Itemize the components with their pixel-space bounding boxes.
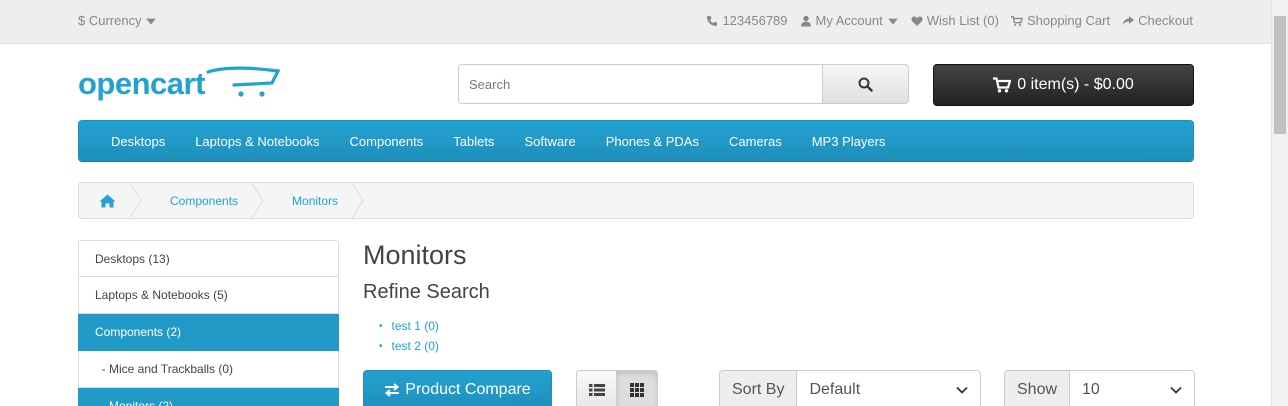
refine-heading: Refine Search — [363, 281, 490, 303]
refine-link[interactable]: test 2 (0) — [380, 336, 439, 356]
user-icon — [800, 15, 811, 26]
top-bar: $ Currency 123456789 My Account Wish Lis… — [0, 0, 1271, 44]
caret-down-icon — [887, 18, 898, 25]
logo[interactable]: opencart — [78, 62, 280, 104]
shopping-cart-link[interactable]: Shopping Cart — [1010, 13, 1111, 28]
my-account-label: My Account — [815, 13, 883, 28]
main-menu: Desktops Laptops & Notebooks Components … — [78, 120, 1194, 162]
sort-select[interactable]: Default — [797, 370, 982, 406]
exchange-icon — [385, 383, 400, 397]
phone-icon — [707, 15, 718, 26]
share-icon — [1122, 15, 1135, 25]
list-view-button[interactable] — [576, 370, 617, 406]
breadcrumb-separator — [252, 183, 264, 218]
scrollbar-thumb[interactable] — [1274, 16, 1286, 134]
refine-list: test 1 (0) test 2 (0) — [380, 316, 439, 356]
search-input[interactable] — [458, 64, 823, 104]
breadcrumb: Components Monitors — [78, 182, 1194, 219]
phone-link[interactable]: 123456789 — [706, 13, 788, 28]
menu-item-software[interactable]: Software — [509, 134, 590, 149]
grid-view-button[interactable] — [617, 370, 658, 406]
menu-item-cameras[interactable]: Cameras — [714, 134, 797, 149]
my-account-link[interactable]: My Account — [800, 13, 899, 28]
menu-item-mp3-players[interactable]: MP3 Players — [797, 134, 901, 149]
sort-group: Sort By Default — [719, 370, 982, 406]
sidebar-item-mice[interactable]: - Mice and Trackballs (0) — [78, 351, 339, 388]
currency-dropdown[interactable]: $ Currency — [78, 13, 157, 28]
sidebar-item-components[interactable]: Components (2) — [78, 314, 339, 351]
checkout-link[interactable]: Checkout — [1122, 13, 1193, 28]
product-compare-button[interactable]: Product Compare — [363, 370, 552, 406]
currency-label: $ Currency — [78, 13, 142, 28]
checkout-label: Checkout — [1138, 13, 1193, 28]
logo-text: opencart — [78, 66, 205, 101]
caret-down-icon — [145, 18, 156, 25]
view-toggle — [576, 370, 659, 406]
sort-label: Sort By — [719, 370, 798, 406]
limit-value: 10 — [1082, 381, 1100, 398]
cart-icon — [993, 77, 1012, 93]
top-links: 123456789 My Account Wish List (0) Shopp… — [706, 13, 1193, 28]
home-icon — [99, 194, 116, 207]
cart-total-label: 0 item(s) - $0.00 — [1017, 76, 1134, 93]
show-group: Show 10 — [1004, 370, 1196, 406]
sidebar-item-monitors[interactable]: - Monitors (2) — [78, 388, 339, 406]
search-group — [458, 64, 909, 104]
breadcrumb-separator — [130, 183, 142, 218]
grid-icon — [630, 383, 644, 397]
cart-button[interactable]: 0 item(s) - $0.00 — [933, 64, 1194, 106]
category-sidebar: Desktops (13) Laptops & Notebooks (5) Co… — [78, 240, 339, 406]
sidebar-item-laptops[interactable]: Laptops & Notebooks (5) — [78, 277, 339, 314]
sort-value: Default — [809, 381, 861, 398]
list-icon — [588, 384, 605, 396]
menu-item-components[interactable]: Components — [335, 134, 439, 149]
search-icon — [858, 77, 873, 92]
compare-label: Product Compare — [405, 381, 531, 398]
breadcrumb-monitors[interactable]: Monitors — [264, 183, 364, 218]
wish-list-label: Wish List (0) — [926, 13, 999, 28]
menu-item-phones[interactable]: Phones & PDAs — [591, 134, 714, 149]
phone-number: 123456789 — [722, 13, 788, 28]
breadcrumb-separator — [352, 183, 364, 218]
sidebar-item-desktops[interactable]: Desktops (13) — [78, 240, 339, 277]
heart-icon — [911, 16, 923, 26]
breadcrumb-label: Components — [170, 193, 239, 208]
show-label: Show — [1004, 370, 1071, 406]
page-scrollbar[interactable] — [1271, 0, 1288, 406]
menu-item-tablets[interactable]: Tablets — [438, 134, 509, 149]
refine-link[interactable]: test 1 (0) — [380, 316, 439, 336]
logo-cart-icon — [206, 66, 280, 97]
wish-list-link[interactable]: Wish List (0) — [911, 13, 999, 28]
shopping-cart-label: Shopping Cart — [1026, 13, 1111, 28]
menu-item-laptops[interactable]: Laptops & Notebooks — [180, 134, 334, 149]
breadcrumb-components[interactable]: Components — [142, 183, 264, 218]
breadcrumb-label: Monitors — [292, 193, 339, 208]
limit-select[interactable]: 10 — [1070, 370, 1196, 406]
breadcrumb-home[interactable] — [79, 183, 142, 218]
menu-item-desktops[interactable]: Desktops — [96, 134, 180, 149]
chevron-down-icon — [1170, 386, 1182, 394]
page-title: Monitors — [363, 240, 467, 270]
search-button[interactable] — [822, 64, 909, 104]
cart-icon — [1010, 15, 1023, 26]
chevron-down-icon — [956, 386, 969, 394]
